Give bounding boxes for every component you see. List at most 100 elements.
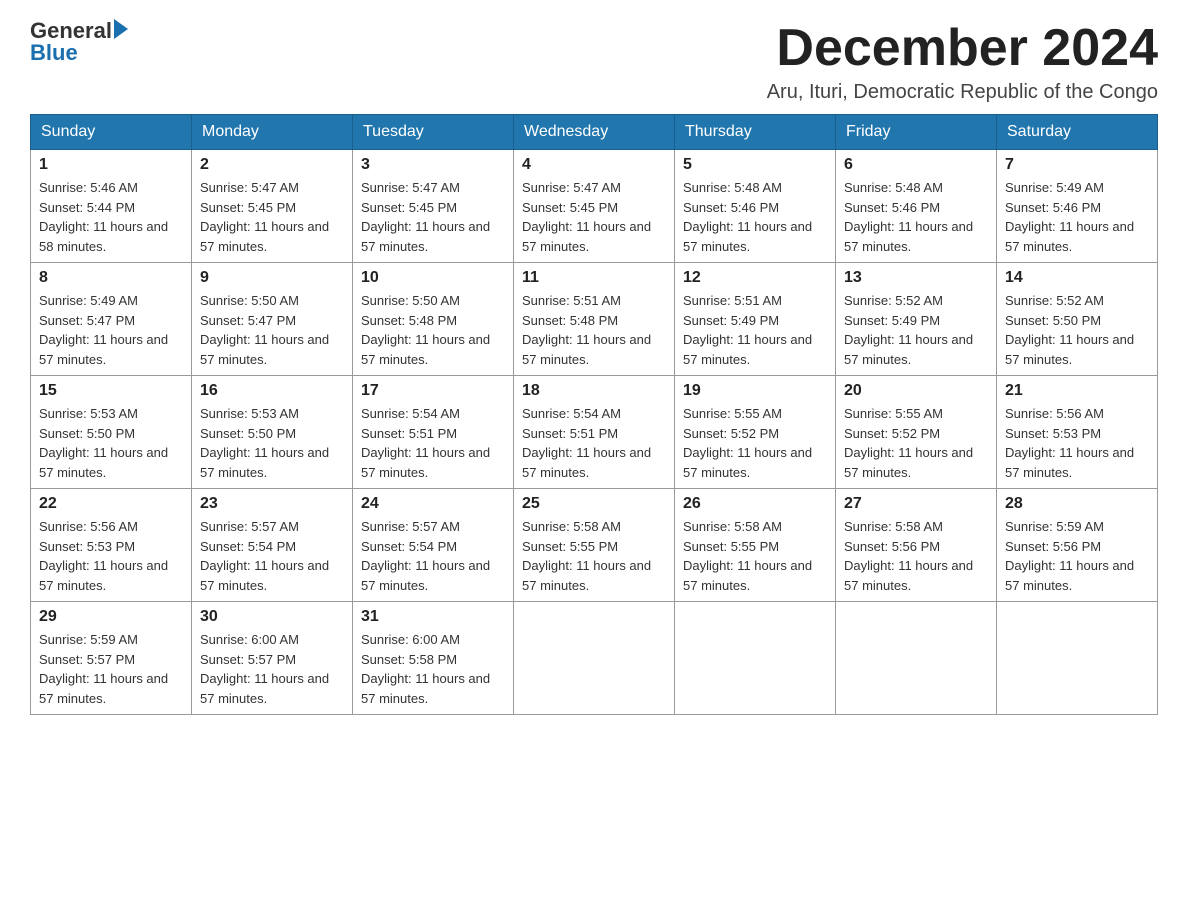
calendar-cell: 26 Sunrise: 5:58 AMSunset: 5:55 PMDayligh… <box>675 489 836 602</box>
day-number: 27 <box>844 495 988 513</box>
day-number: 11 <box>522 269 666 287</box>
calendar-header-friday: Friday <box>836 115 997 150</box>
day-info: Sunrise: 5:47 AMSunset: 5:45 PMDaylight:… <box>361 178 505 256</box>
day-number: 30 <box>200 608 344 626</box>
calendar-cell: 17 Sunrise: 5:54 AMSunset: 5:51 PMDayligh… <box>353 376 514 489</box>
logo-arrow-icon <box>114 19 128 39</box>
day-info: Sunrise: 5:48 AMSunset: 5:46 PMDaylight:… <box>683 178 827 256</box>
day-number: 15 <box>39 382 183 400</box>
day-number: 21 <box>1005 382 1149 400</box>
day-number: 22 <box>39 495 183 513</box>
day-info: Sunrise: 5:57 AMSunset: 5:54 PMDaylight:… <box>361 517 505 595</box>
day-info: Sunrise: 5:58 AMSunset: 5:55 PMDaylight:… <box>522 517 666 595</box>
month-year-title: December 2024 <box>767 20 1158 77</box>
calendar-header-tuesday: Tuesday <box>353 115 514 150</box>
day-number: 25 <box>522 495 666 513</box>
day-info: Sunrise: 5:47 AMSunset: 5:45 PMDaylight:… <box>522 178 666 256</box>
day-number: 28 <box>1005 495 1149 513</box>
calendar-cell: 18 Sunrise: 5:54 AMSunset: 5:51 PMDayligh… <box>514 376 675 489</box>
calendar-cell: 7Sunrise: 5:49 AMSunset: 5:46 PMDaylight… <box>997 150 1158 263</box>
calendar-week-row: 15 Sunrise: 5:53 AMSunset: 5:50 PMDayligh… <box>31 376 1158 489</box>
calendar-cell: 14 Sunrise: 5:52 AMSunset: 5:50 PMDayligh… <box>997 263 1158 376</box>
calendar-cell: 21 Sunrise: 5:56 AMSunset: 5:53 PMDayligh… <box>997 376 1158 489</box>
day-number: 3 <box>361 156 505 174</box>
calendar-body: 1 Sunrise: 5:46 AMSunset: 5:44 PMDaylight… <box>31 150 1158 715</box>
location-subtitle: Aru, Ituri, Democratic Republic of the C… <box>767 81 1158 104</box>
calendar-cell: 23 Sunrise: 5:57 AMSunset: 5:54 PMDayligh… <box>192 489 353 602</box>
day-number: 19 <box>683 382 827 400</box>
day-info: Sunrise: 5:53 AMSunset: 5:50 PMDaylight:… <box>200 404 344 482</box>
day-number: 9 <box>200 269 344 287</box>
day-number: 13 <box>844 269 988 287</box>
calendar-header-monday: Monday <box>192 115 353 150</box>
logo: General Blue <box>30 20 128 64</box>
calendar-cell: 19Sunrise: 5:55 AMSunset: 5:52 PMDayligh… <box>675 376 836 489</box>
day-info: Sunrise: 5:54 AMSunset: 5:51 PMDaylight:… <box>361 404 505 482</box>
day-number: 8 <box>39 269 183 287</box>
calendar-header-thursday: Thursday <box>675 115 836 150</box>
day-info: Sunrise: 5:56 AMSunset: 5:53 PMDaylight:… <box>1005 404 1149 482</box>
day-number: 29 <box>39 608 183 626</box>
calendar-cell: 16 Sunrise: 5:53 AMSunset: 5:50 PMDayligh… <box>192 376 353 489</box>
day-info: Sunrise: 5:46 AMSunset: 5:44 PMDaylight:… <box>39 178 183 256</box>
day-number: 5 <box>683 156 827 174</box>
logo-blue: Blue <box>30 42 128 64</box>
day-info: Sunrise: 5:47 AMSunset: 5:45 PMDaylight:… <box>200 178 344 256</box>
day-info: Sunrise: 5:52 AMSunset: 5:50 PMDaylight:… <box>1005 291 1149 369</box>
calendar-week-row: 29Sunrise: 5:59 AMSunset: 5:57 PMDayligh… <box>31 602 1158 715</box>
day-number: 17 <box>361 382 505 400</box>
calendar-cell: 27 Sunrise: 5:58 AMSunset: 5:56 PMDayligh… <box>836 489 997 602</box>
calendar-cell: 29Sunrise: 5:59 AMSunset: 5:57 PMDayligh… <box>31 602 192 715</box>
day-info: Sunrise: 5:49 AMSunset: 5:47 PMDaylight:… <box>39 291 183 369</box>
day-number: 20 <box>844 382 988 400</box>
page-header: General Blue December 2024 Aru, Ituri, D… <box>30 20 1158 104</box>
day-info: Sunrise: 5:54 AMSunset: 5:51 PMDaylight:… <box>522 404 666 482</box>
calendar-cell: 20 Sunrise: 5:55 AMSunset: 5:52 PMDayligh… <box>836 376 997 489</box>
day-number: 16 <box>200 382 344 400</box>
calendar-cell: 28 Sunrise: 5:59 AMSunset: 5:56 PMDayligh… <box>997 489 1158 602</box>
calendar-cell <box>836 602 997 715</box>
calendar-header-saturday: Saturday <box>997 115 1158 150</box>
day-number: 18 <box>522 382 666 400</box>
day-info: Sunrise: 5:58 AMSunset: 5:55 PMDaylight:… <box>683 517 827 595</box>
calendar-cell: 11 Sunrise: 5:51 AMSunset: 5:48 PMDayligh… <box>514 263 675 376</box>
calendar-cell: 24 Sunrise: 5:57 AMSunset: 5:54 PMDayligh… <box>353 489 514 602</box>
calendar-cell: 15 Sunrise: 5:53 AMSunset: 5:50 PMDayligh… <box>31 376 192 489</box>
calendar-cell: 6 Sunrise: 5:48 AMSunset: 5:46 PMDaylight… <box>836 150 997 263</box>
calendar-cell: 13Sunrise: 5:52 AMSunset: 5:49 PMDayligh… <box>836 263 997 376</box>
calendar-cell: 2Sunrise: 5:47 AMSunset: 5:45 PMDaylight… <box>192 150 353 263</box>
day-number: 10 <box>361 269 505 287</box>
calendar-week-row: 1 Sunrise: 5:46 AMSunset: 5:44 PMDaylight… <box>31 150 1158 263</box>
calendar-cell: 4 Sunrise: 5:47 AMSunset: 5:45 PMDaylight… <box>514 150 675 263</box>
day-number: 6 <box>844 156 988 174</box>
calendar-cell <box>514 602 675 715</box>
day-info: Sunrise: 5:51 AMSunset: 5:48 PMDaylight:… <box>522 291 666 369</box>
calendar-cell: 25 Sunrise: 5:58 AMSunset: 5:55 PMDayligh… <box>514 489 675 602</box>
title-section: December 2024 Aru, Ituri, Democratic Rep… <box>767 20 1158 104</box>
logo-general: General <box>30 20 112 42</box>
calendar-header-row: SundayMondayTuesdayWednesdayThursdayFrid… <box>31 115 1158 150</box>
day-info: Sunrise: 5:57 AMSunset: 5:54 PMDaylight:… <box>200 517 344 595</box>
day-number: 24 <box>361 495 505 513</box>
day-number: 4 <box>522 156 666 174</box>
day-number: 14 <box>1005 269 1149 287</box>
day-number: 31 <box>361 608 505 626</box>
day-info: Sunrise: 6:00 AMSunset: 5:57 PMDaylight:… <box>200 630 344 708</box>
calendar-header-wednesday: Wednesday <box>514 115 675 150</box>
calendar-cell <box>997 602 1158 715</box>
calendar-cell: 9 Sunrise: 5:50 AMSunset: 5:47 PMDaylight… <box>192 263 353 376</box>
day-info: Sunrise: 5:55 AMSunset: 5:52 PMDaylight:… <box>844 404 988 482</box>
calendar-cell: 12Sunrise: 5:51 AMSunset: 5:49 PMDayligh… <box>675 263 836 376</box>
calendar-table: SundayMondayTuesdayWednesdayThursdayFrid… <box>30 114 1158 715</box>
day-number: 7 <box>1005 156 1149 174</box>
day-number: 26 <box>683 495 827 513</box>
day-number: 1 <box>39 156 183 174</box>
calendar-cell: 30 Sunrise: 6:00 AMSunset: 5:57 PMDayligh… <box>192 602 353 715</box>
day-number: 23 <box>200 495 344 513</box>
day-info: Sunrise: 5:58 AMSunset: 5:56 PMDaylight:… <box>844 517 988 595</box>
day-info: Sunrise: 5:50 AMSunset: 5:47 PMDaylight:… <box>200 291 344 369</box>
day-info: Sunrise: 5:48 AMSunset: 5:46 PMDaylight:… <box>844 178 988 256</box>
day-info: Sunrise: 5:51 AMSunset: 5:49 PMDaylight:… <box>683 291 827 369</box>
day-info: Sunrise: 5:59 AMSunset: 5:56 PMDaylight:… <box>1005 517 1149 595</box>
day-info: Sunrise: 5:53 AMSunset: 5:50 PMDaylight:… <box>39 404 183 482</box>
